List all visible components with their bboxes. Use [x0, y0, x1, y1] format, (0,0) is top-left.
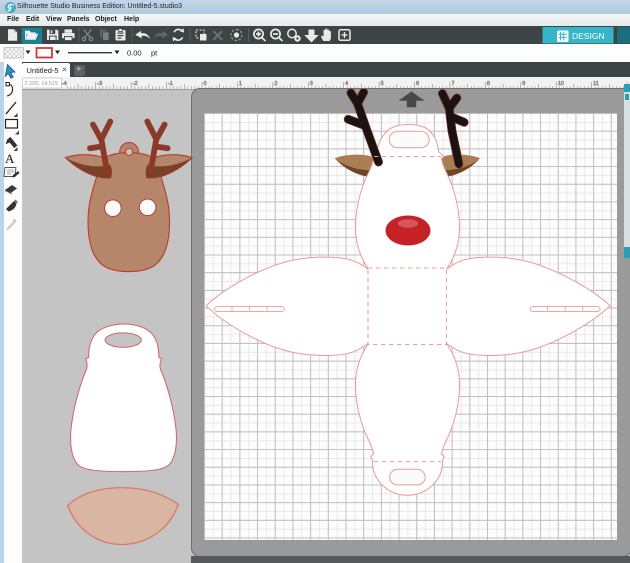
- svg-text:DESIGN: DESIGN: [572, 31, 605, 41]
- svg-text:5: 5: [381, 81, 384, 87]
- svg-text:2: 2: [274, 81, 277, 87]
- svg-text:4: 4: [345, 81, 348, 87]
- svg-text:-1: -1: [168, 81, 173, 87]
- svg-text:-4: -4: [62, 81, 67, 87]
- svg-text:-3: -3: [97, 81, 102, 87]
- svg-text:3: 3: [310, 81, 313, 87]
- svg-text:0: 0: [204, 81, 207, 87]
- svg-text:-2: -2: [133, 81, 138, 87]
- svg-text:7: 7: [451, 81, 454, 87]
- svg-text:8: 8: [487, 81, 490, 87]
- svg-text:2.205, 14.515: 2.205, 14.515: [25, 81, 59, 87]
- svg-text:1: 1: [239, 81, 242, 87]
- svg-text:pt: pt: [151, 48, 158, 57]
- svg-text:10: 10: [558, 81, 564, 87]
- svg-text:6: 6: [416, 81, 419, 87]
- svg-text:11: 11: [593, 81, 599, 87]
- svg-text:0.00: 0.00: [127, 48, 142, 57]
- svg-text:9: 9: [522, 81, 525, 87]
